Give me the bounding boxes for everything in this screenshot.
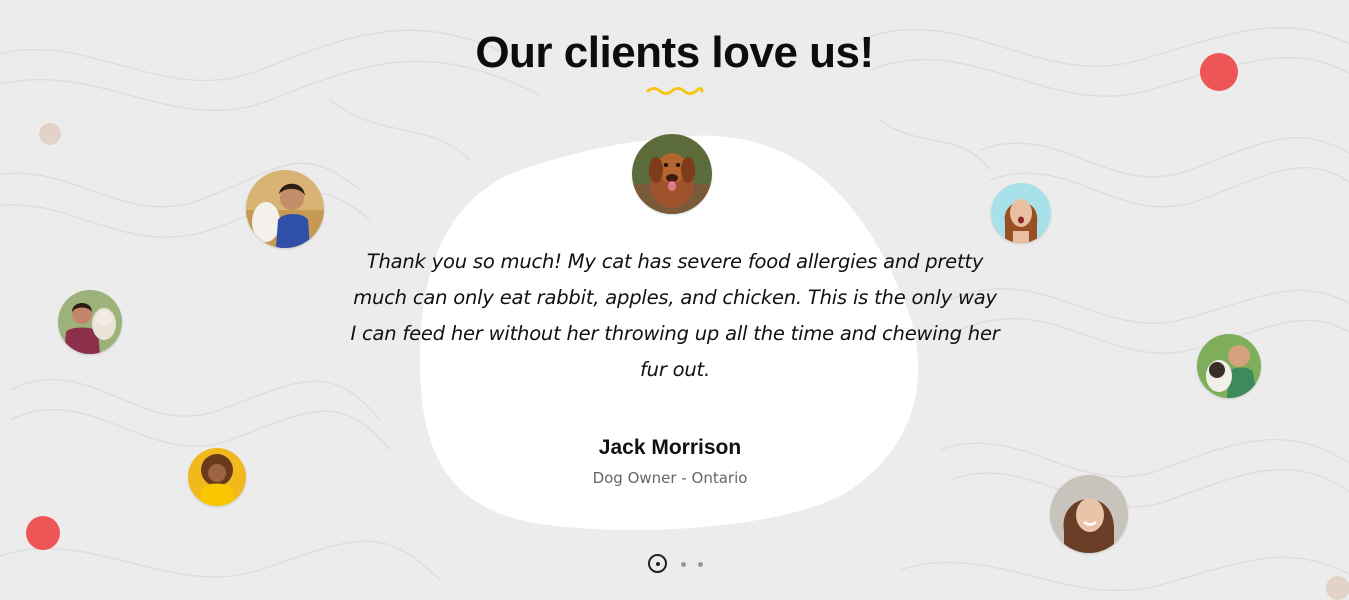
decorative-dot-red (26, 516, 60, 550)
woman-smiling-avatar (1050, 475, 1128, 553)
testimonial-author-role: Dog Owner - Ontario (592, 469, 748, 487)
woman-surprised-avatar (991, 183, 1051, 243)
decorative-dot-beige (1326, 576, 1349, 600)
testimonial-quote: Thank you so much! My cat has severe foo… (350, 250, 1000, 381)
decorative-dot-beige (39, 123, 61, 145)
testimonial-author: Jack Morrison (598, 436, 742, 459)
woman-yellow-avatar (188, 448, 246, 506)
woman-with-dog-avatar (246, 170, 324, 248)
carousel-dot-active[interactable] (648, 554, 667, 573)
decorative-dot-red (1200, 53, 1238, 91)
carousel-dot[interactable] (698, 562, 703, 567)
carousel-pagination (648, 554, 728, 578)
carousel-dot[interactable] (681, 562, 686, 567)
man-with-dog-avatar (58, 290, 122, 354)
man-with-puppy-avatar (1197, 334, 1261, 398)
dog-avatar (632, 134, 712, 214)
